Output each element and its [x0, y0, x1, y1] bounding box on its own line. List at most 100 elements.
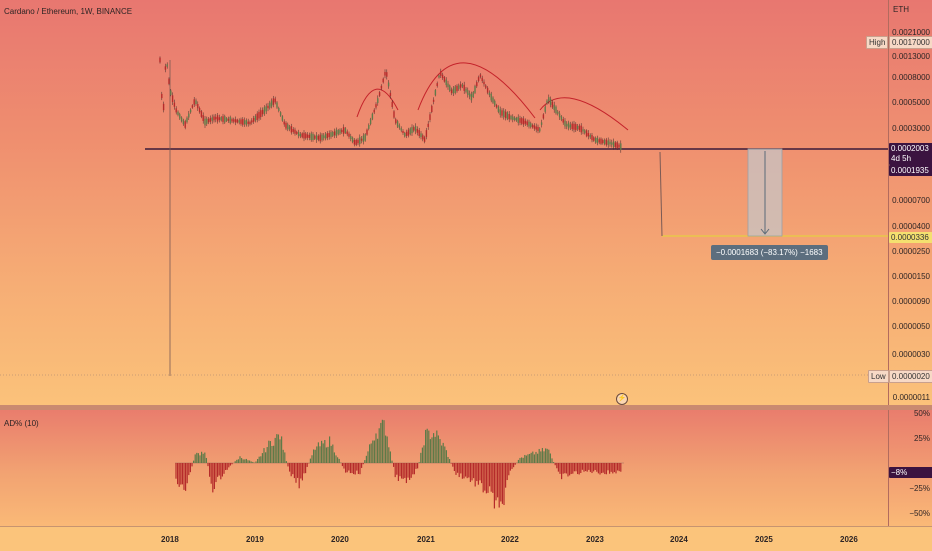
- chart-root[interactable]: Cardano / Ethereum, 1W, BINANCE ETH 0.00…: [0, 0, 932, 550]
- indicator-bar-negative: [511, 463, 512, 469]
- indicator-bar-positive: [257, 459, 258, 463]
- candle-down: [523, 119, 524, 125]
- candle-down: [482, 78, 483, 81]
- candle-down: [395, 119, 396, 123]
- indicator-bar-positive: [199, 455, 200, 463]
- candle-down: [618, 145, 619, 148]
- indicator-bar-positive: [539, 449, 540, 463]
- candle-up: [453, 89, 454, 94]
- candle-down: [426, 130, 427, 137]
- indicator-bar-positive: [372, 441, 373, 463]
- indicator-bar-negative: [579, 463, 580, 474]
- indicator-tick: −25%: [909, 484, 930, 493]
- candle-down: [390, 93, 391, 96]
- candle-down: [185, 121, 186, 128]
- candle-up: [469, 93, 470, 96]
- candle-down: [314, 136, 315, 139]
- candle-down: [320, 135, 321, 142]
- indicator-bar-negative: [223, 463, 224, 474]
- candle-down: [444, 77, 445, 81]
- candle-down: [233, 119, 234, 121]
- candle-down: [341, 130, 342, 132]
- candle-down: [464, 85, 465, 91]
- candle-down: [307, 135, 308, 138]
- time-label: 2024: [670, 535, 688, 544]
- candle-up: [539, 128, 540, 131]
- indicator-bar-negative: [596, 463, 597, 472]
- candle-up: [280, 112, 281, 116]
- indicator-bar-negative: [595, 463, 596, 470]
- indicator-bar-negative: [351, 463, 352, 473]
- lightning-icon[interactable]: ⚡: [616, 393, 628, 405]
- indicator-bar-negative: [615, 463, 616, 473]
- indicator-bar-positive: [367, 451, 368, 463]
- indicator-bar-positive: [335, 455, 336, 463]
- indicator-bar-positive: [420, 453, 421, 463]
- candle-up: [368, 125, 369, 129]
- indicator-bar-negative: [187, 463, 188, 483]
- indicator-bar-positive: [193, 461, 194, 463]
- candle-up: [597, 138, 598, 143]
- candle-down: [483, 82, 484, 85]
- candle-down: [309, 135, 310, 138]
- indicator-bar-positive: [246, 459, 247, 463]
- indicator-bar-positive: [447, 457, 448, 463]
- candle-down: [199, 108, 200, 112]
- candle-up: [471, 94, 472, 100]
- candle-down: [176, 108, 177, 112]
- candle-down: [602, 140, 603, 143]
- candle-down: [348, 134, 349, 137]
- current-price-value: 0.0002003: [891, 144, 931, 154]
- indicator-bar-negative: [361, 463, 362, 468]
- candle-up: [350, 136, 351, 139]
- indicator-bar-negative: [561, 463, 562, 479]
- candle-up: [608, 140, 609, 144]
- candle-up: [494, 101, 495, 106]
- price-tick: 0.0013000: [892, 52, 930, 61]
- candle-down: [273, 98, 274, 104]
- candle-up: [239, 120, 240, 122]
- candle-up: [255, 116, 256, 121]
- indicator-bar-positive: [278, 434, 279, 463]
- candle-down: [242, 119, 243, 125]
- candle-up: [415, 126, 416, 131]
- measure-info-box[interactable]: −0.0001683 (−83.17%) −1683: [711, 245, 828, 260]
- candle-up: [404, 133, 405, 137]
- indicator-bar-positive: [321, 441, 322, 463]
- candle-down: [505, 112, 506, 118]
- candle-up: [420, 133, 421, 137]
- indicator-bar-negative: [559, 463, 560, 474]
- indicator-bar-positive: [423, 445, 424, 463]
- indicator-bar-positive: [270, 441, 271, 463]
- candle-up: [167, 64, 168, 66]
- indicator-bar-negative: [563, 463, 564, 474]
- candle-down: [383, 79, 384, 83]
- candle-down: [591, 135, 592, 140]
- indicator-bar-positive: [419, 462, 420, 463]
- indicator-bar-positive: [439, 439, 440, 463]
- candle-up: [365, 134, 366, 141]
- candle-up: [446, 80, 447, 86]
- indicator-bar-negative: [409, 463, 410, 480]
- indicator-bar-negative: [575, 463, 576, 471]
- indicator-bar-positive: [375, 433, 376, 463]
- indicator-bar-positive: [265, 452, 266, 463]
- indicator-bar-positive: [449, 459, 450, 463]
- indicator-bar-negative: [473, 463, 474, 478]
- price-tick: 0.0000050: [892, 322, 930, 331]
- indicator-bar-negative: [502, 463, 503, 504]
- candle-down: [437, 83, 438, 86]
- indicator-bar-negative: [185, 463, 186, 491]
- candle-down: [329, 133, 330, 137]
- candle-down: [480, 74, 481, 77]
- indicator-bar-positive: [430, 439, 431, 463]
- candle-up: [554, 105, 555, 110]
- level-price-tag: 0.0001935: [889, 165, 932, 176]
- indicator-bar-negative: [556, 463, 557, 468]
- candle-down: [575, 124, 576, 130]
- candle-up: [321, 135, 322, 141]
- candle-down: [408, 130, 409, 136]
- indicator-bar-negative: [590, 463, 591, 472]
- indicator-bar-negative: [297, 463, 298, 478]
- indicator-title[interactable]: AD% (10): [4, 419, 39, 428]
